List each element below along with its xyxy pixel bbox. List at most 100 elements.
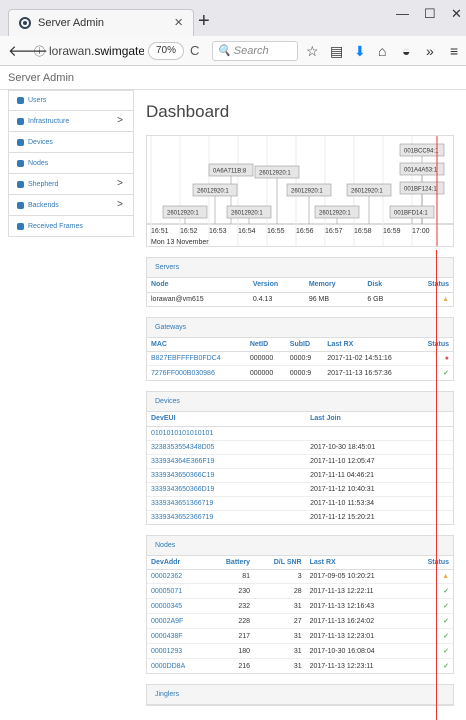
col-devaddr: DevAddr [147,555,208,570]
table-row[interactable]: 3339343651366719 2017-11-10 11:53:34 [147,495,453,510]
table-row[interactable]: 0000DD8A 216 31 2017-11-13 12:23:11 ✓ [147,658,453,673]
timeline-event-label: 26012920:1 [319,211,351,217]
table-row[interactable]: 00000345 232 31 2017-11-13 12:16:43 ✓ [147,598,453,614]
jinglers-panel-title[interactable]: Jinglers [147,685,453,705]
nodes-table: DevAddr Battery D/L SNR Last RX Status 0… [147,555,453,673]
error-icon: ● [415,351,453,366]
node-addr-link[interactable]: 00002362 [147,569,208,584]
device-eui-link[interactable]: 0101010101010101 [147,425,307,440]
chevron-right-icon: > [117,199,123,210]
overflow-icon[interactable]: » [426,43,434,59]
device-eui-link[interactable]: 3339343651366719 [147,495,307,510]
sidebar-item-label: Infrastructure [28,117,70,125]
search-input[interactable]: 🔍 Search [212,41,298,61]
device-eui-link[interactable]: 3339343650366C19 [147,467,307,482]
close-window-icon[interactable]: ✕ [451,6,462,22]
table-row[interactable]: 3339343650366D19 2017-11-12 10:40:31 [147,481,453,496]
new-tab-button[interactable]: + [198,10,210,33]
gateway-netid: 000000 [245,365,286,380]
bookmark-star-icon[interactable]: ☆ [306,43,319,60]
sidebar: Users Infrastructure > Devices Nodes She… [8,90,134,237]
sidebar-item-devices[interactable]: Devices [8,132,134,153]
timeline-event-label: 001BF124:1 [404,187,437,193]
url-bar[interactable]: ⓘ lorawan.swimgate.c [34,40,144,62]
table-row[interactable]: 0101010101010101 [147,425,453,440]
gear-icon [17,180,24,188]
main-content: Dashboard 16:51 16:52 16:53 16:54 16:55 16:56… [146,90,454,706]
table-row[interactable]: 333934364E366F19 2017-11-10 12:05:47 [147,453,453,468]
table-row[interactable]: 00002A9F 228 27 2017-11-13 16:24:02 ✓ [147,613,453,629]
back-arrow-icon[interactable]: 🡐 [8,41,48,61]
nodes-panel-title[interactable]: Nodes [147,535,453,556]
pocket-icon[interactable]: ◒ [402,43,410,59]
table-header-row: DevEUI Last Join [147,412,453,427]
node-last-rx: 2017-09-05 10:20:21 [305,569,411,584]
table-header-row: MAC NetID SubID Last RX Status [147,337,453,352]
minimize-icon[interactable]: — [396,6,409,21]
gateway-subid: 0000:9 [285,351,324,366]
device-eui-link[interactable]: 3339343650366D19 [147,481,307,496]
timeline-event-label: 0A6A711B:8 [213,169,247,175]
zoom-indicator[interactable]: 70% [148,42,185,60]
timeline-tick-label: 16:56 [296,228,314,235]
timeline-tick-label: 17:00 [412,228,430,235]
table-row[interactable]: 00005071 230 28 2017-11-13 12:22:11 ✓ [147,583,453,599]
table-row[interactable]: 7276FF000B030986 000000 0000:9 2017-11-1… [147,365,453,380]
sidebar-item-label: Devices [28,138,53,146]
reload-icon[interactable]: C [190,43,199,58]
gateway-mac-link[interactable]: 7276FF000B030986 [147,365,246,380]
device-eui-link[interactable]: 3238353554348D05 [147,439,307,454]
table-row[interactable]: 00002362 81 3 2017-09-05 10:20:21 ▲ [147,569,453,584]
timeline-chart[interactable]: 16:51 16:52 16:53 16:54 16:55 16:56 16:57 16:58… [146,135,454,247]
sidebar-item-label: Users [28,97,47,104]
table-row[interactable]: 3339343650366C19 2017-11-11 04:46:21 [147,467,453,482]
node-addr-link[interactable]: 0000438F [147,628,208,644]
servers-panel-title[interactable]: Servers [147,258,453,278]
tab-close-icon[interactable]: × [174,14,183,31]
node-addr-link[interactable]: 00001293 [147,643,208,659]
devices-panel-title[interactable]: Devices [147,392,453,412]
browser-tab[interactable]: Server Admin × [8,9,194,36]
sidebar-item-users[interactable]: Users [8,90,134,111]
col-netid: NetID [245,337,286,352]
home-icon[interactable]: ⌂ [378,43,386,59]
servers-table: Node Version Memory Disk Status lorawan@… [147,278,453,306]
timeline-event-label: 26012920:1 [351,189,383,195]
timeline-event-label: 26012920:1 [291,189,323,195]
col-subid: SubID [285,337,324,352]
col-status: Status [410,555,453,570]
node-addr-link[interactable]: 0000DD8A [147,658,208,673]
gateway-last-rx: 2017-11-02 14:51:16 [323,351,416,366]
sidebar-item-shepherd[interactable]: Shepherd > [8,174,134,195]
device-eui-link[interactable]: 333934364E366F19 [147,453,307,468]
table-row[interactable]: lorawan@vm615 0.4.13 96 MB 6 GB ▲ [147,291,453,306]
table-row[interactable]: 00001293 180 31 2017-10-30 16:08:04 ✓ [147,643,453,659]
reading-list-icon[interactable]: ▤ [330,43,343,60]
table-row[interactable]: 3238353554348D05 2017-10-30 18:45:01 [147,439,453,454]
devices-table: DevEUI Last Join 0101010101010101 323835… [147,412,453,524]
sidebar-item-nodes[interactable]: Nodes [8,153,134,174]
device-eui-link[interactable]: 3339343652366719 [147,509,307,524]
node-addr-link[interactable]: 00005071 [147,583,208,599]
device-icon [17,138,24,146]
menu-icon[interactable]: ≡ [450,43,458,59]
table-row[interactable]: 0000438F 217 31 2017-11-13 12:23:01 ✓ [147,628,453,644]
sidebar-item-backends[interactable]: Backends > [8,195,134,216]
node-addr-link[interactable]: 00000345 [147,598,208,614]
node-last-rx: 2017-10-30 16:08:04 [305,643,411,659]
table-row[interactable]: 3339343652366719 2017-11-12 15:20:21 [147,509,453,524]
timeline-event-label: 26012920:1 [167,211,199,217]
timeline-event-label: 001BCC94:1 [404,149,439,155]
server-node: lorawan@vm615 [147,291,249,306]
table-row[interactable]: B827EBFFFFB0FDC4 000000 0000:9 2017-11-0… [147,351,453,366]
app-favicon-icon [19,17,31,29]
gateways-panel-title[interactable]: Gateways [147,317,453,338]
sidebar-item-infrastructure[interactable]: Infrastructure > [8,111,134,132]
maximize-icon[interactable]: ☐ [424,6,436,22]
download-icon[interactable]: ⬇ [354,43,366,60]
url-prefix: lorawan. [49,44,95,58]
gateway-mac-link[interactable]: B827EBFFFFB0FDC4 [147,351,246,366]
node-addr-link[interactable]: 00002A9F [147,613,208,629]
sidebar-item-received-frames[interactable]: Received Frames [8,216,134,237]
tab-title: Server Admin [38,17,105,29]
